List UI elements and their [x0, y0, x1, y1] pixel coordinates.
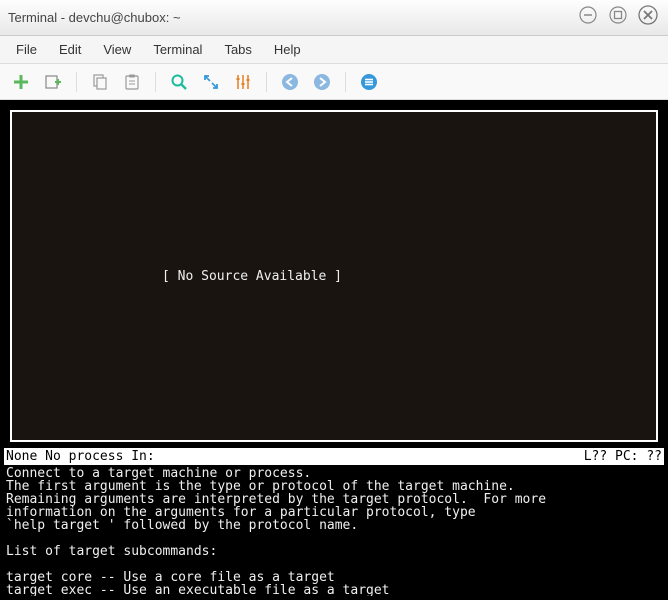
fullscreen-button[interactable]: [198, 69, 224, 95]
fullscreen-icon: [202, 73, 220, 91]
search-button[interactable]: [166, 69, 192, 95]
hamburger-button[interactable]: [356, 69, 382, 95]
minimize-button[interactable]: [574, 4, 602, 26]
gdb-line: `help target ' followed by the protocol …: [6, 518, 358, 533]
window-controls: [574, 4, 662, 26]
gdb-output[interactable]: Connect to a target machine or process. …: [4, 465, 664, 596]
toolbar-sep: [266, 72, 267, 92]
new-tab-icon: [12, 73, 30, 91]
copy-icon: [91, 73, 109, 91]
prev-button[interactable]: [277, 69, 303, 95]
next-button[interactable]: [309, 69, 335, 95]
new-tab-button[interactable]: [8, 69, 34, 95]
minimize-icon: [579, 6, 597, 24]
titlebar: Terminal - devchu@chubox: ~: [0, 0, 668, 36]
menubar: File Edit View Terminal Tabs Help: [0, 36, 668, 64]
menu-tabs[interactable]: Tabs: [214, 38, 261, 61]
no-source-message: [ No Source Available ]: [162, 269, 342, 284]
menu-view[interactable]: View: [93, 38, 141, 61]
toolbar-sep: [345, 72, 346, 92]
search-icon: [170, 73, 188, 91]
menu-edit[interactable]: Edit: [49, 38, 91, 61]
new-window-icon: [44, 73, 62, 91]
menu-icon: [360, 73, 378, 91]
copy-button[interactable]: [87, 69, 113, 95]
next-icon: [313, 73, 331, 91]
window-title: Terminal - devchu@chubox: ~: [8, 10, 181, 25]
settings-sliders-icon: [234, 73, 252, 91]
paste-button[interactable]: [119, 69, 145, 95]
paste-icon: [123, 73, 141, 91]
menu-terminal[interactable]: Terminal: [143, 38, 212, 61]
toolbar: [0, 64, 668, 100]
settings-button[interactable]: [230, 69, 256, 95]
close-icon: [638, 5, 658, 25]
close-button[interactable]: [634, 4, 662, 26]
toolbar-sep: [76, 72, 77, 92]
source-pane: [ No Source Available ]: [10, 110, 658, 442]
status-right: L?? PC: ??: [584, 449, 662, 464]
menu-file[interactable]: File: [6, 38, 47, 61]
maximize-button[interactable]: [604, 4, 632, 26]
gdb-line: List of target subcommands:: [6, 544, 217, 559]
toolbar-sep: [155, 72, 156, 92]
maximize-icon: [609, 6, 627, 24]
status-bar: None No process In: L?? PC: ??: [4, 448, 664, 465]
status-left: None No process In:: [6, 449, 155, 464]
prev-icon: [281, 73, 299, 91]
menu-help[interactable]: Help: [264, 38, 311, 61]
terminal-area[interactable]: [ No Source Available ] None No process …: [0, 100, 668, 600]
new-window-button[interactable]: [40, 69, 66, 95]
gdb-line: target exec -- Use an executable file as…: [6, 583, 390, 596]
